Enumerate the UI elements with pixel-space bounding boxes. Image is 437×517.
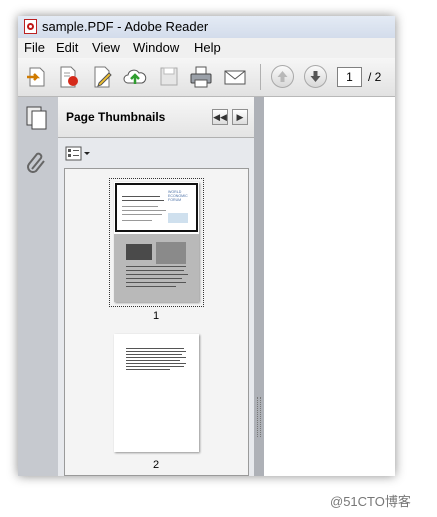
adobe-reader-icon xyxy=(24,19,37,34)
toolbar-separator xyxy=(260,64,261,90)
menu-window[interactable]: Window xyxy=(133,40,179,55)
adobe-reader-window: sample.PDF - Adobe Reader File Edit View… xyxy=(18,16,395,476)
navigation-rail xyxy=(18,97,58,476)
menu-view[interactable]: View xyxy=(92,40,120,55)
expand-right-icon[interactable]: ▶ xyxy=(232,109,248,125)
save-icon[interactable] xyxy=(156,65,182,89)
collapse-left-icon[interactable]: ◀◀ xyxy=(212,109,228,125)
panel-header: Page Thumbnails ◀◀ ▶ xyxy=(58,97,254,138)
thumbnails-panel: Page Thumbnails ◀◀ ▶ WORLD ECONOMIC FORU… xyxy=(58,97,254,476)
thumbnail-label-1: 1 xyxy=(153,310,160,322)
thumbnail-options-button[interactable] xyxy=(65,145,91,163)
attachment-icon[interactable] xyxy=(25,149,49,175)
page-number-input[interactable]: 1 xyxy=(337,67,362,87)
window-title: sample.PDF - Adobe Reader xyxy=(42,19,209,34)
print-icon[interactable] xyxy=(188,65,214,89)
page-thumbnails-icon[interactable] xyxy=(25,105,49,131)
title-bar: sample.PDF - Adobe Reader xyxy=(18,16,395,38)
menu-bar: File Edit View Window Help xyxy=(18,38,395,58)
panel-title: Page Thumbnails xyxy=(66,110,166,124)
toolbar: 1 / 2 xyxy=(18,58,395,97)
page-view-box[interactable] xyxy=(115,183,198,232)
next-page-icon[interactable] xyxy=(304,65,327,88)
email-icon[interactable] xyxy=(222,65,248,89)
open-icon[interactable] xyxy=(24,65,50,89)
watermark-text: @51CTO博客 xyxy=(330,494,411,509)
menu-edit[interactable]: Edit xyxy=(56,40,78,55)
menu-help[interactable]: Help xyxy=(194,40,221,55)
document-view[interactable] xyxy=(264,97,395,476)
thumbnail-page-1[interactable]: WORLD ECONOMIC FORUM xyxy=(114,182,199,302)
panel-splitter[interactable] xyxy=(254,97,264,476)
cloud-upload-icon[interactable] xyxy=(122,65,148,89)
thumbnail-label-2: 2 xyxy=(153,459,160,471)
page-total: / 2 xyxy=(368,70,382,84)
create-pdf-icon[interactable] xyxy=(56,65,82,89)
thumbnail-list: WORLD ECONOMIC FORUM 1 2 xyxy=(64,168,249,476)
thumbnail-page-2[interactable] xyxy=(114,334,199,452)
menu-file[interactable]: File xyxy=(24,40,45,55)
previous-page-icon[interactable] xyxy=(271,65,294,88)
edit-icon[interactable] xyxy=(90,65,116,89)
